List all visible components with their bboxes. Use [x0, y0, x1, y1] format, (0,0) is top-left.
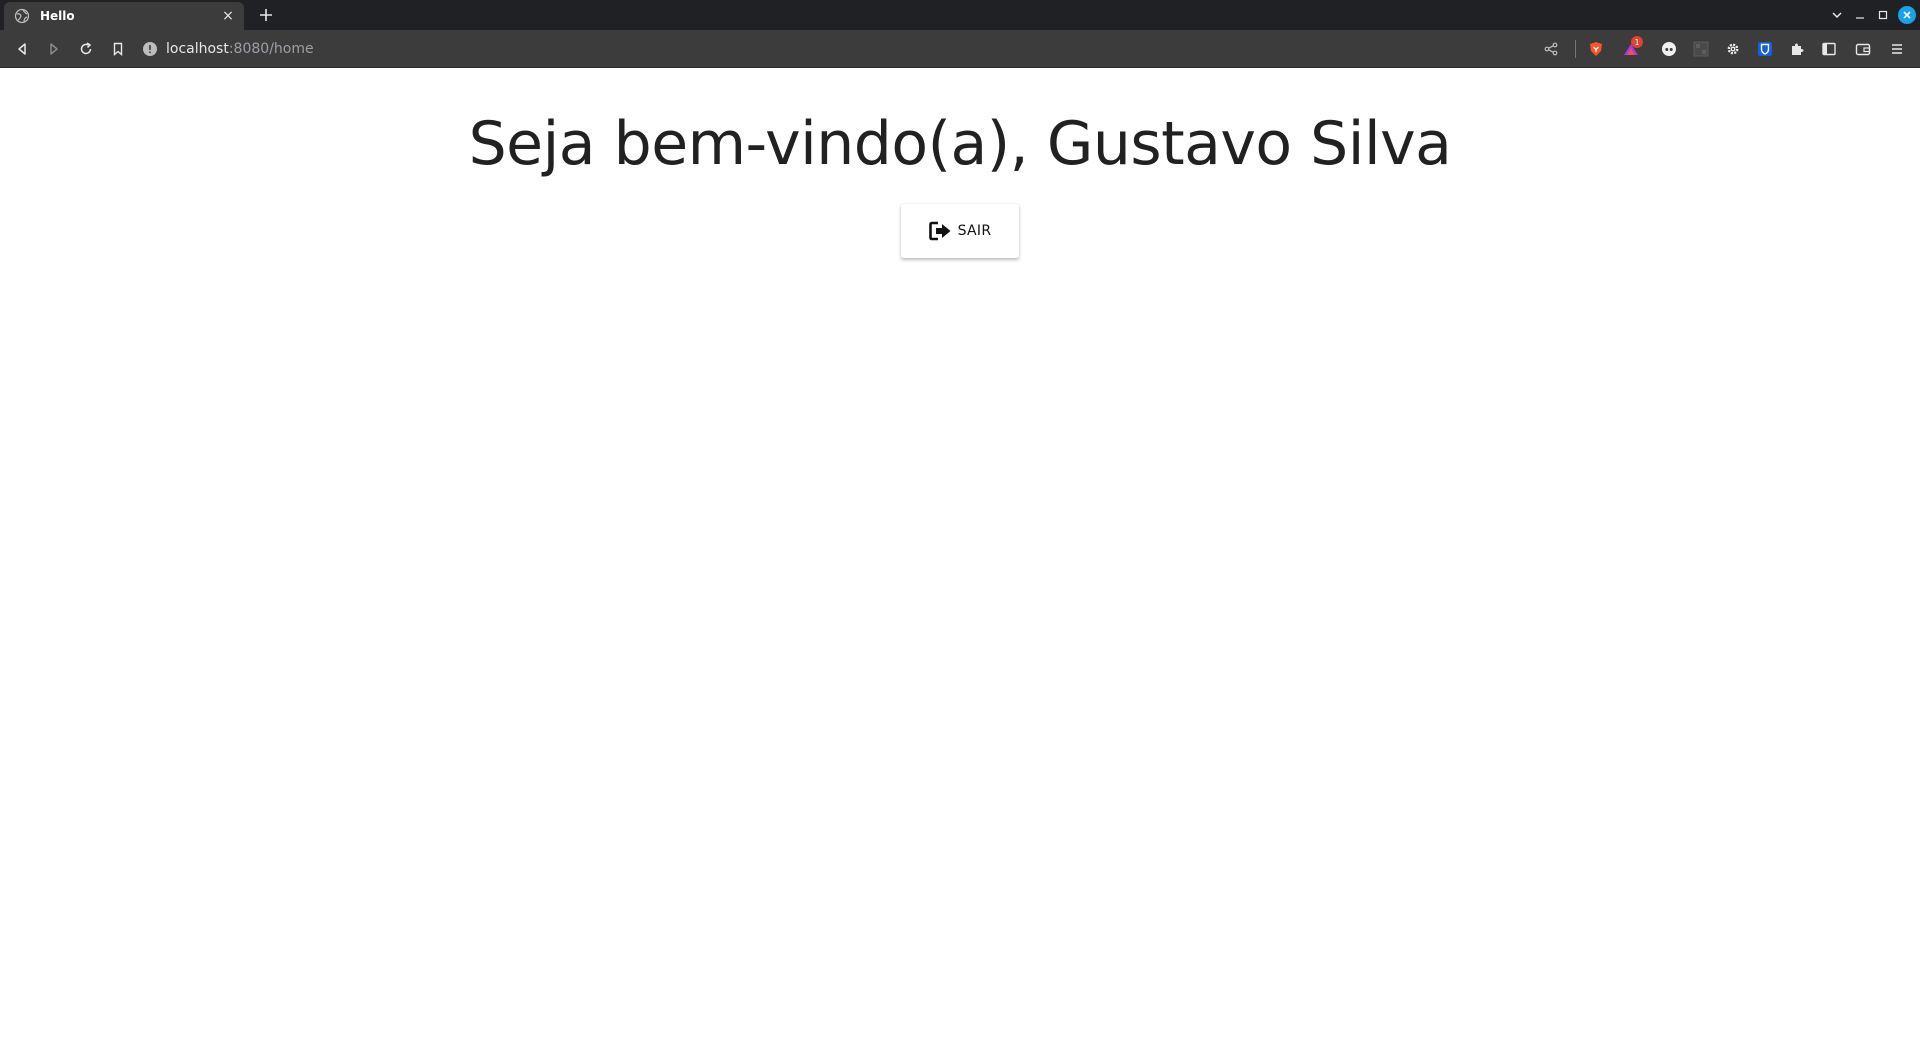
brave-rewards-icon[interactable]: 1 — [1620, 36, 1644, 61]
welcome-heading: Seja bem-vindo(a), Gustavo Silva — [468, 109, 1452, 179]
reload-button[interactable] — [74, 37, 98, 61]
maximize-button[interactable] — [1871, 0, 1894, 30]
globe-icon — [14, 8, 30, 24]
minimize-button[interactable] — [1848, 0, 1871, 30]
close-window-button[interactable] — [1894, 0, 1920, 30]
rewards-badge: 1 — [1631, 36, 1643, 48]
extensions-puzzle-icon[interactable] — [1785, 37, 1809, 61]
tab-title: Hello — [40, 9, 75, 23]
tab-close-icon[interactable]: × — [220, 8, 236, 24]
back-button[interactable] — [10, 37, 34, 61]
browser-toolbar: localhost:8080/home 1 — [0, 30, 1920, 68]
incognito-extension-icon[interactable] — [1657, 37, 1681, 61]
logout-button[interactable]: SAIR — [901, 204, 1019, 258]
page-content: Seja bem-vindo(a), Gustavo Silva SAIR — [0, 68, 1920, 1040]
browser-tab[interactable]: Hello × — [4, 2, 244, 30]
sidebar-icon[interactable] — [1817, 37, 1841, 61]
grid-extension-icon[interactable] — [1689, 37, 1713, 61]
sign-out-icon — [928, 221, 953, 241]
menu-icon[interactable] — [1885, 37, 1909, 61]
brave-shields-icon[interactable] — [1584, 37, 1608, 61]
gear-icon[interactable] — [1721, 37, 1745, 61]
tab-strip: Hello × — [0, 0, 1920, 30]
url-path: :8080/home — [228, 41, 314, 57]
address-bar[interactable]: localhost:8080/home — [142, 35, 1552, 63]
forward-button[interactable] — [42, 37, 66, 61]
bitwarden-icon[interactable] — [1753, 37, 1777, 61]
bookmark-button[interactable] — [106, 37, 130, 61]
new-tab-button[interactable] — [256, 5, 276, 25]
url-host: localhost — [166, 41, 229, 57]
wallet-icon[interactable] — [1851, 37, 1875, 61]
site-info-icon[interactable] — [142, 41, 158, 57]
url-text: localhost:8080/home — [166, 41, 314, 57]
toolbar-divider — [1575, 40, 1576, 58]
share-icon[interactable] — [1539, 37, 1563, 61]
tab-search-icon[interactable] — [1825, 0, 1848, 30]
logout-label: SAIR — [957, 223, 992, 239]
close-icon — [1898, 6, 1916, 24]
window-controls — [1825, 0, 1920, 30]
